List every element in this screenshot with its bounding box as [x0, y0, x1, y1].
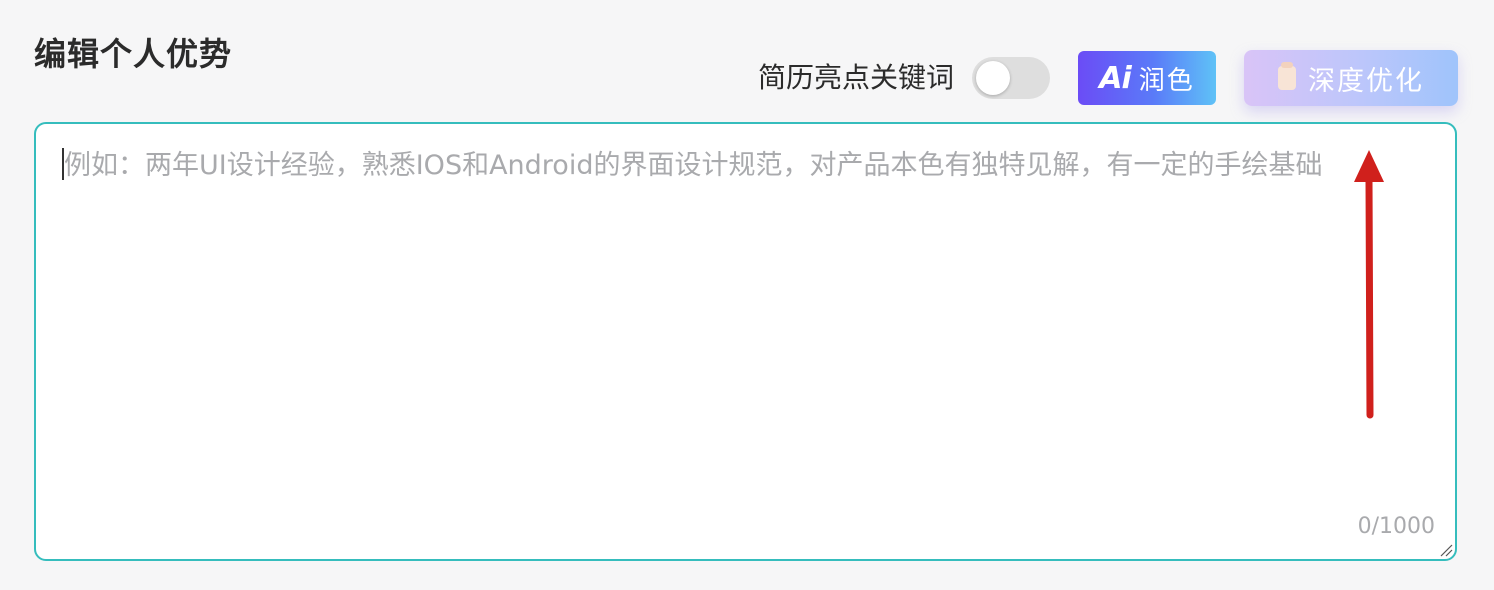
resize-handle-icon[interactable]: [1439, 543, 1453, 557]
ai-polish-button[interactable]: Ai 润色: [1078, 51, 1216, 105]
toolbar: 简历亮点关键词 Ai 润色 深度优化: [758, 50, 1458, 106]
hand-icon: [1278, 62, 1296, 90]
advantage-textarea[interactable]: 例如：两年UI设计经验，熟悉IOS和Android的界面设计规范，对产品本色有独…: [34, 122, 1457, 561]
character-counter: 0/1000: [1357, 514, 1435, 539]
keyword-highlight-label: 简历亮点关键词: [757, 61, 954, 94]
ai-polish-label: 润色: [1138, 65, 1195, 96]
section-title: 编辑个人优势: [34, 35, 233, 73]
deep-optimize-button[interactable]: 深度优化: [1244, 50, 1458, 106]
deep-optimize-label: 深度优化: [1308, 65, 1424, 97]
ai-icon: Ai: [1099, 60, 1132, 96]
annotation-arrow-icon: [1354, 150, 1384, 419]
textarea-placeholder: 例如：两年UI设计经验，熟悉IOS和Android的界面设计规范，对产品本色有独…: [64, 150, 1323, 181]
keyword-highlight-toggle[interactable]: [972, 57, 1050, 99]
toggle-knob: [976, 61, 1010, 95]
